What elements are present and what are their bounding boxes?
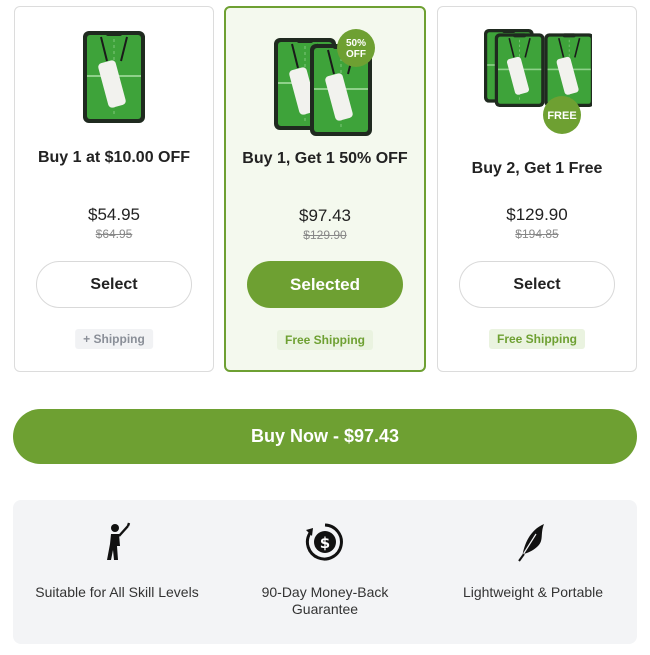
offer-price: $54.95 (88, 205, 140, 224)
offer-cards: Buy 1 at $10.00 OFF $54.95 $64.95 Select… (14, 6, 637, 372)
discount-badge: 50% (346, 38, 366, 49)
select-button[interactable]: Select (459, 261, 615, 308)
feature-label: 90-Day Money-Back Guarantee (261, 584, 389, 617)
free-badge: FREE (547, 110, 576, 122)
shipping-badge: Free Shipping (276, 330, 374, 350)
feature-money-back: $ 90-Day Money-Back Guarantee (221, 500, 429, 644)
buy-now-button[interactable]: Buy Now - $97.43 (13, 409, 637, 464)
offer-old-price: $194.85 (515, 227, 559, 241)
shipping-badge: Free Shipping (488, 329, 586, 349)
offer-old-price: $129.90 (303, 228, 347, 242)
selected-button[interactable]: Selected (247, 261, 403, 308)
feature-skill-levels: Suitable for All Skill Levels (13, 500, 221, 644)
feature-label: Lightweight & Portable (462, 584, 604, 600)
feature-label: Suitable for All Skill Levels (35, 584, 199, 600)
product-image (15, 27, 213, 135)
discount-badge-line2: OFF (346, 49, 366, 60)
product-image: 50% OFF (226, 28, 424, 136)
offer-title: Buy 1, Get 1 50% OFF (242, 150, 408, 167)
offer-card-buy-1[interactable]: Buy 1 at $10.00 OFF $54.95 $64.95 Select… (14, 6, 214, 372)
golfer-icon (107, 522, 131, 560)
features-panel: Suitable for All Skill Levels $ 90-Day M… (13, 500, 637, 644)
feature-lightweight: Lightweight & Portable (429, 500, 637, 644)
offer-old-price: $64.95 (95, 227, 133, 241)
feather-icon (518, 524, 544, 562)
shipping-badge: + Shipping (75, 329, 153, 349)
product-image: FREE (438, 27, 636, 135)
offer-title: Buy 2, Get 1 Free (471, 160, 603, 177)
offer-card-buy-1-get-1[interactable]: 50% OFF Buy 1, Get 1 50% OFF $97.43 $129… (224, 6, 426, 372)
svg-text:$: $ (320, 534, 330, 552)
offer-title: Buy 1 at $10.00 OFF (37, 149, 191, 166)
money-back-icon: $ (305, 523, 343, 561)
select-button[interactable]: Select (36, 261, 192, 308)
offer-price: $129.90 (506, 205, 568, 224)
offer-card-buy-2-get-1[interactable]: FREE Buy 2, Get 1 Free $129.90 $194.85 S… (437, 6, 637, 372)
offer-price: $97.43 (299, 206, 351, 225)
